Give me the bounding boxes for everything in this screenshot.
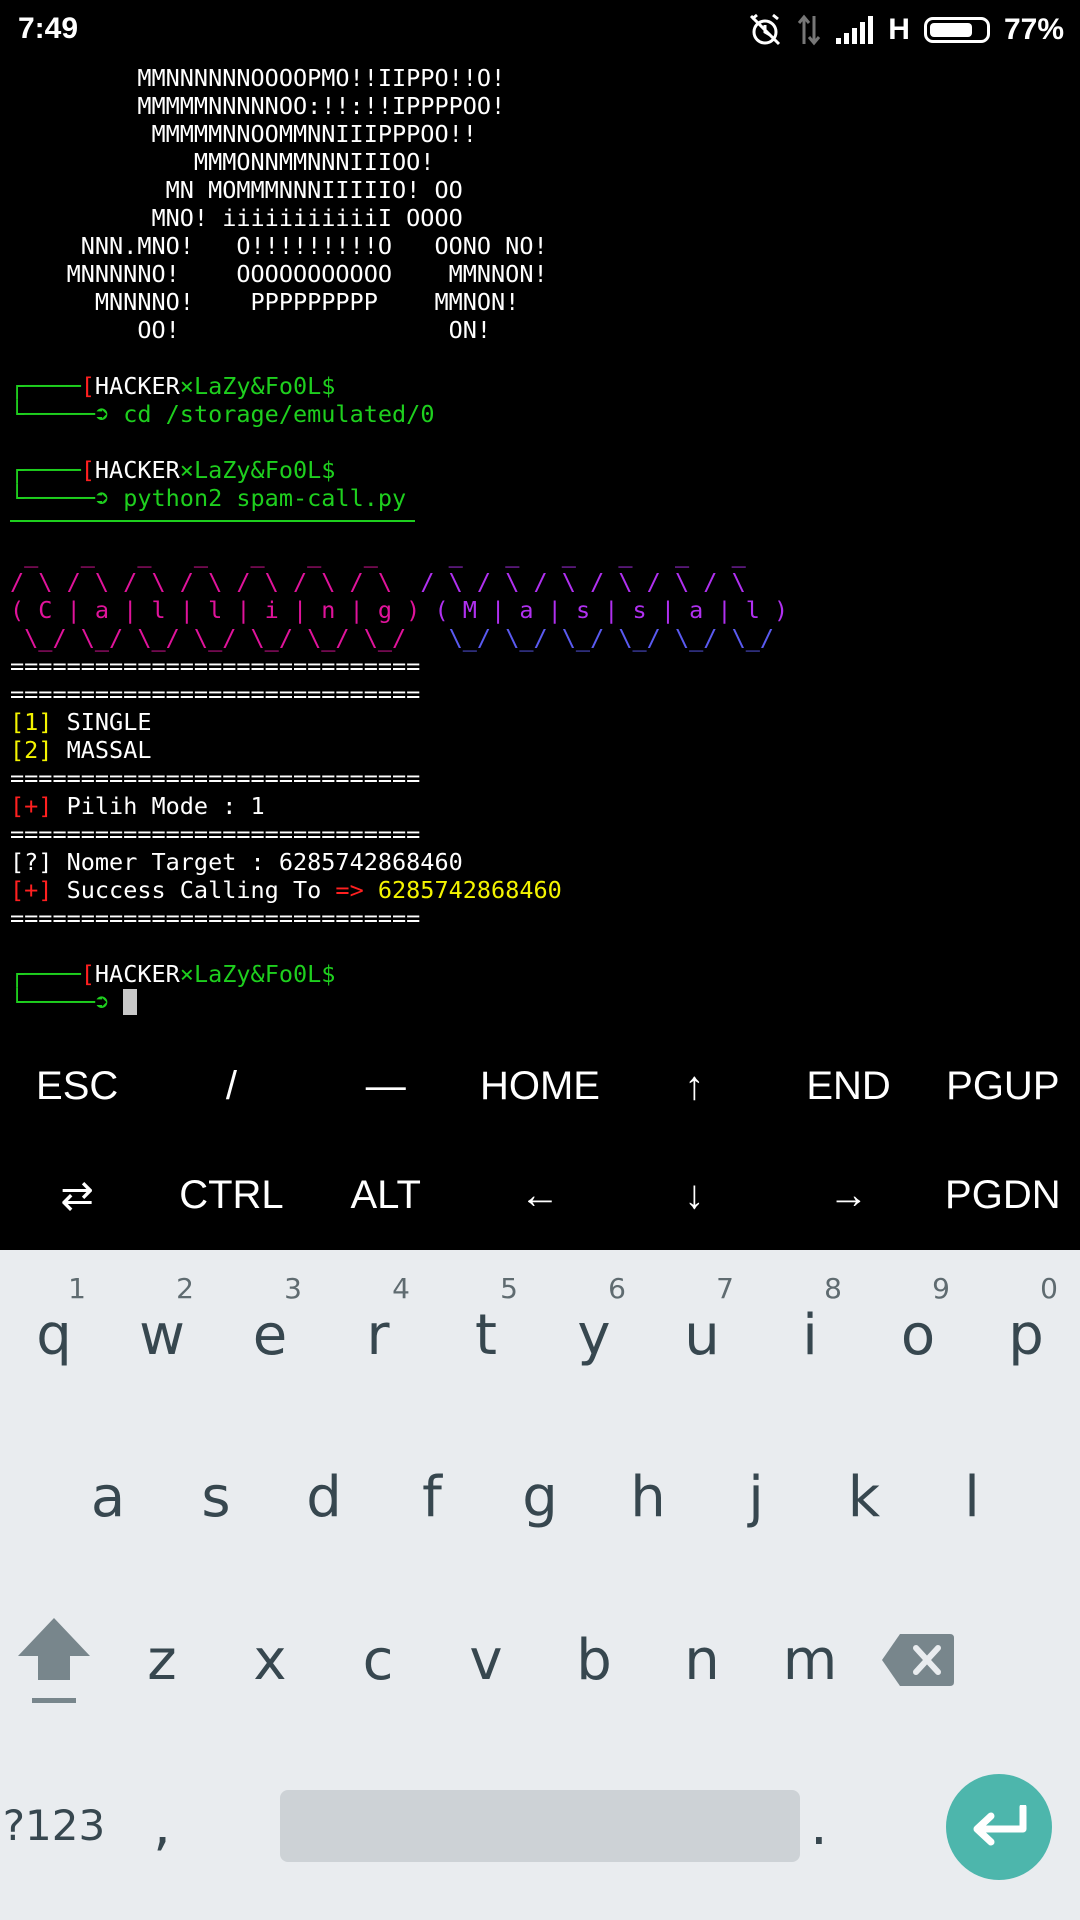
esc-key[interactable]: ESC [0,1032,154,1141]
ctrl-key[interactable]: CTRL [154,1141,308,1250]
banner-line: MMNNNNNNOOOOPMO!!IIPPO!!O! [10,64,506,92]
tab-key[interactable]: ⇄ [0,1141,154,1250]
menu-option-single: [1] SINGLE [10,708,152,736]
network-type: H [888,13,910,46]
spacebar[interactable] [280,1790,800,1862]
banner-line: OO! ON! [10,316,492,344]
battery-percent: 77% [1003,13,1064,46]
key-q[interactable]: q1 [0,1272,108,1380]
status-icons: H 77% [748,12,1064,48]
success-line: [+] Success Calling To => 6285742868460 [10,876,562,904]
banner-line: MNNNNNO! OOOOOOOOOOO MMNNON! [10,260,548,288]
key-e[interactable]: e3 [216,1272,324,1380]
banner-line: MN MOMMMNNNIIIIIO! OO [10,176,463,204]
key-c[interactable]: c [324,1615,432,1705]
key-d[interactable]: d [270,1452,378,1542]
ascii-banner: MMNNNNNNOOOOPMO!!IIPPO!!O! MMMMMNNNNNOO:… [10,64,1070,344]
period-key[interactable]: . [810,1780,828,1870]
command-text: python2 spam-call.py [123,484,407,512]
menu-option-massal: [2] MASSAL [10,736,152,764]
key-j[interactable]: j [702,1452,810,1542]
keyboard-row-1: q1 w2 e3 r4 t5 y6 u7 i8 o9 p0 [0,1272,1080,1380]
pgdn-key[interactable]: PGDN [926,1141,1080,1250]
shift-key[interactable] [0,1615,108,1705]
key-a[interactable]: a [54,1452,162,1542]
extra-keys-bar: ESC / — HOME ↑ END PGUP ⇄ CTRL ALT ← ↓ →… [0,1032,1080,1250]
key-v[interactable]: v [432,1615,540,1705]
input-line[interactable]: └─────➲ [10,988,1070,1016]
key-w[interactable]: w2 [108,1272,216,1380]
banner-line: MNNNNO! PPPPPPPPP MMNON! [10,288,520,316]
status-time: 7:49 [18,12,79,45]
key-s[interactable]: s [162,1452,270,1542]
key-k[interactable]: k [810,1452,918,1542]
key-f[interactable]: f [378,1452,486,1542]
battery-icon [923,17,990,43]
home-key[interactable]: HOME [463,1032,617,1141]
key-h[interactable]: h [594,1452,702,1542]
slash-key[interactable]: / [154,1032,308,1141]
end-key[interactable]: END [771,1032,925,1141]
divider-line [10,520,415,522]
pgup-key[interactable]: PGUP [926,1032,1080,1141]
target-line: [?] Nomer Target : 6285742868460 [10,848,463,876]
keyboard-row-2: a s d f g h j k l [0,1452,1080,1542]
arrow-right-key[interactable]: → [771,1141,925,1250]
backspace-key[interactable] [864,1615,972,1705]
command-line: └─────➲ python2 spam-call.py [10,484,407,512]
key-z[interactable]: z [108,1615,216,1705]
enter-arrow-icon [973,1805,1027,1846]
separator: ============================= [10,820,421,848]
prompt-line: ┌────[HACKER×LaZy&Fo0L$ [10,456,336,484]
mode-line: [+] Pilih Mode : 1 [10,792,265,820]
arrow-left-key[interactable]: ← [463,1141,617,1250]
key-y[interactable]: y6 [540,1272,648,1380]
separator: ============================= [10,680,421,708]
key-m[interactable]: m [756,1615,864,1705]
banner-line: MMMMMNNNNNOO:!!:!!IPPPPOO! [10,92,506,120]
alt-key[interactable]: ALT [309,1141,463,1250]
banner-line: NNN.MNO! O!!!!!!!!!O OONO NO! [10,232,548,260]
alarm-off-icon [750,13,781,46]
prompt-line: ┌────[HACKER×LaZy&Fo0L$ [10,960,336,988]
key-p[interactable]: p0 [972,1272,1080,1380]
command-line: └─────➲ cd /storage/emulated/0 [10,400,435,428]
prompt-line: ┌────[HACKER×LaZy&Fo0L$ [10,372,336,400]
ascii-title: _ _ _ _ _ _ _ _ _ _ _ _ _ / \ / \ / \ / … [10,540,789,652]
command-text: cd /storage/emulated/0 [123,400,435,428]
symbols-key[interactable]: ?123 [0,1780,108,1870]
dash-key[interactable]: — [309,1032,463,1141]
separator: ============================= [10,764,421,792]
key-t[interactable]: t5 [432,1272,540,1380]
signal-icon [836,16,874,44]
key-r[interactable]: r4 [324,1272,432,1380]
separator: ============================= [10,904,421,932]
arrow-down-key[interactable]: ↓ [617,1141,771,1250]
enter-key[interactable] [946,1774,1052,1880]
key-g[interactable]: g [486,1452,594,1542]
banner-line: MNO! iiiiiiiiiiiI OOOO [10,204,463,232]
key-n[interactable]: n [648,1615,756,1705]
comma-key[interactable]: , [108,1780,216,1870]
key-x[interactable]: x [216,1615,324,1705]
terminal-output[interactable]: MMNNNNNNOOOOPMO!!IIPPO!!O! MMMMMNNNNNOO:… [10,64,1070,1016]
separator: ============================= [10,652,421,680]
key-b[interactable]: b [540,1615,648,1705]
shift-arrow-icon [18,1618,90,1703]
battery-level [929,23,972,37]
key-l[interactable]: l [918,1452,1026,1542]
keyboard-row-3: z x c v b n m [0,1615,1080,1705]
backspace-icon [882,1634,954,1686]
banner-line: MMMONNMMNNNIIIOO! [10,148,435,176]
arrow-up-key[interactable]: ↑ [617,1032,771,1141]
status-bar: 7:49 H 77% [0,0,1080,60]
key-o[interactable]: o9 [864,1272,972,1380]
key-i[interactable]: i8 [756,1272,864,1380]
banner-line: MMMMMNNOOMMNNIIIPPPOO!! [10,120,477,148]
text-cursor [123,989,138,1015]
data-arrows-icon [798,14,821,46]
key-u[interactable]: u7 [648,1272,756,1380]
